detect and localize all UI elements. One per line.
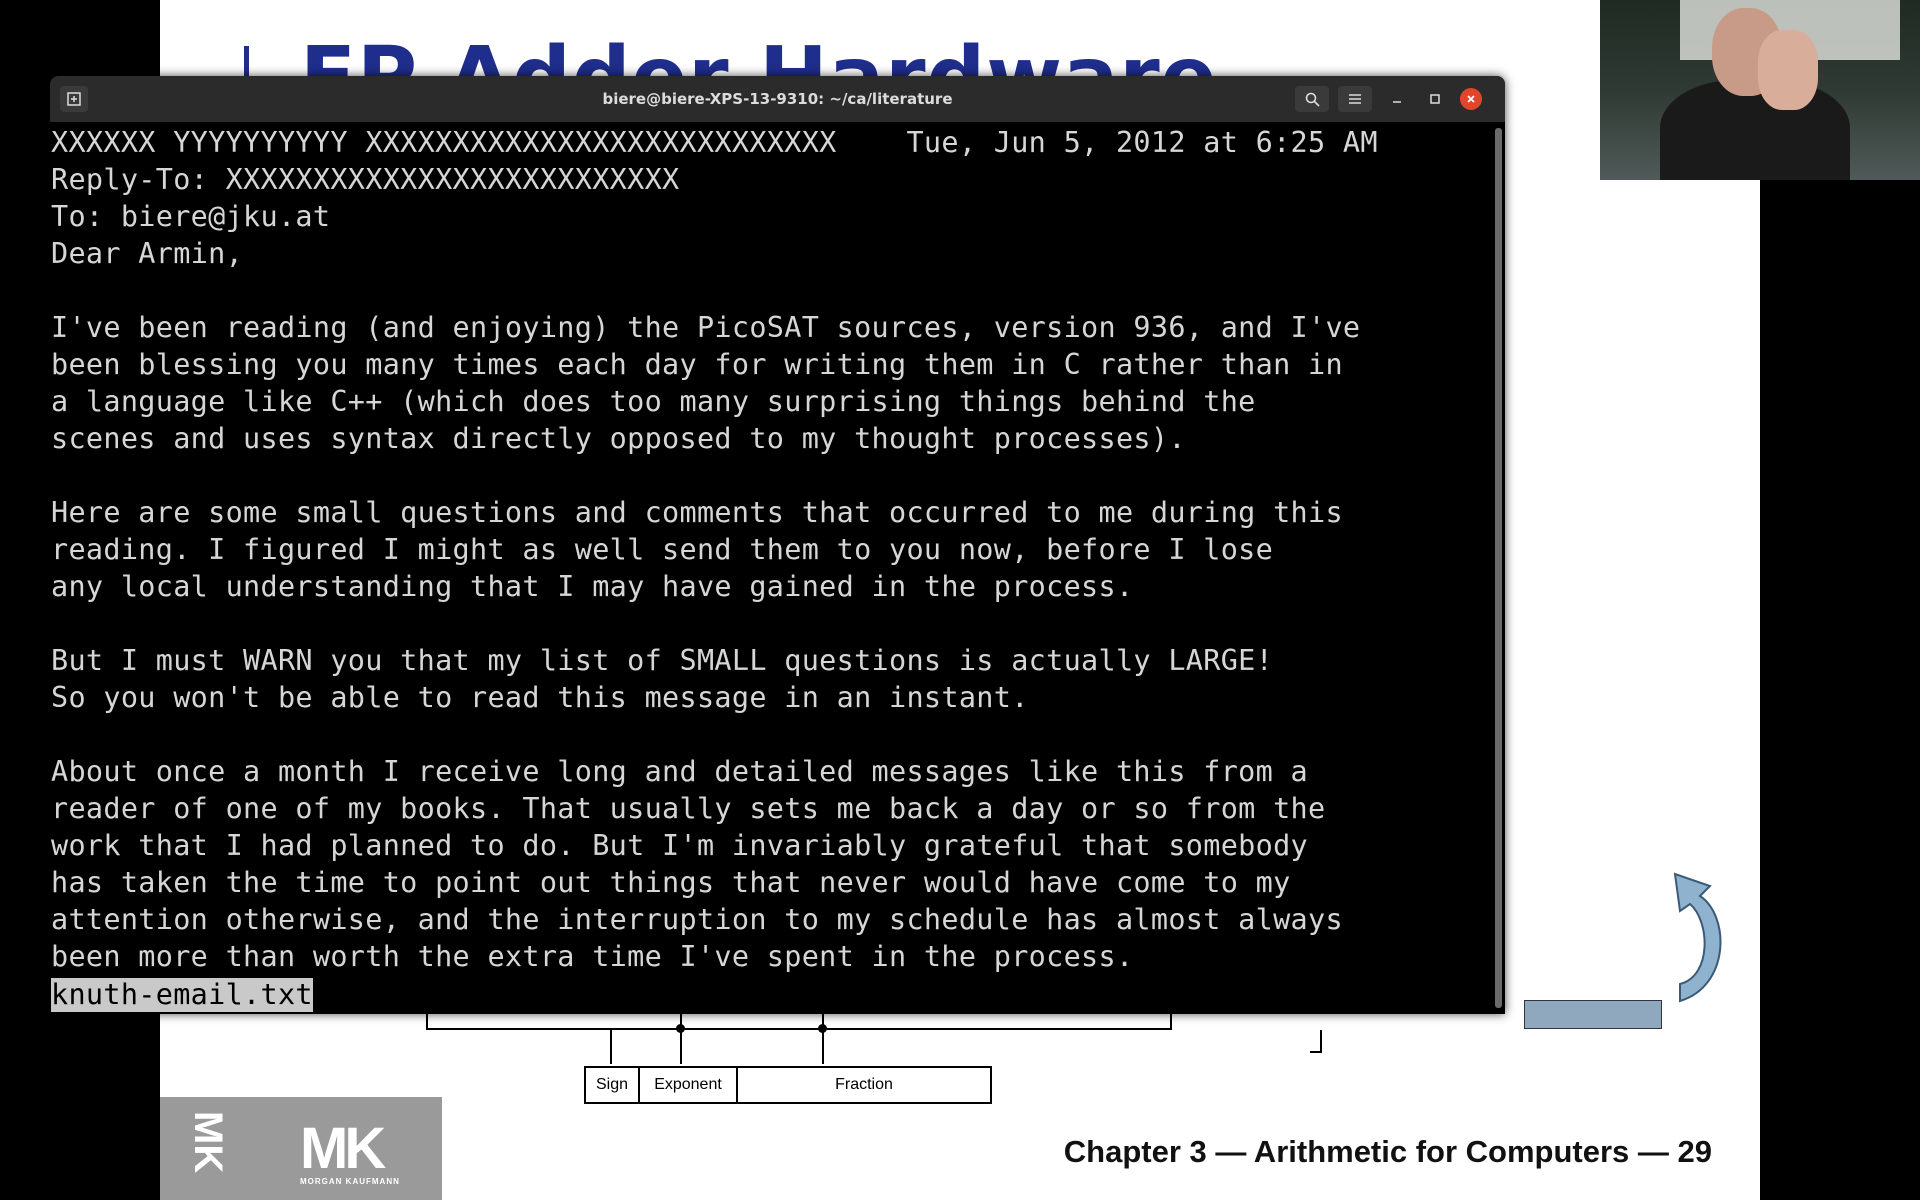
terminal-title: biere@biere-XPS-13-9310: ~/ca/literature: [602, 90, 953, 108]
minimize-icon: [1393, 101, 1401, 103]
search-icon: [1305, 92, 1320, 107]
curved-arrow-icon: [1673, 872, 1722, 1003]
webcam-person-hand: [1758, 30, 1818, 110]
terminal-line: reading. I figured I might as well send …: [51, 533, 1274, 566]
diagram-wire: [610, 1028, 612, 1064]
sign-field: Sign: [584, 1066, 640, 1104]
logo-vertical-text: MK: [186, 1111, 230, 1174]
terminal-line: attention otherwise, and the interruptio…: [51, 903, 1343, 936]
terminal-window[interactable]: biere@biere-XPS-13-9310: ~/ca/literature…: [50, 76, 1505, 1014]
publisher-logo: MK MK MORGAN KAUFMANN: [160, 1097, 442, 1200]
menu-button[interactable]: [1338, 86, 1372, 112]
terminal-line: But I must WARN you that my list of SMAL…: [51, 644, 1274, 677]
terminal-scrollbar[interactable]: [1495, 128, 1502, 1008]
terminal-line: work that I had planned to do. But I'm i…: [51, 829, 1309, 862]
logo-mark: MK: [300, 1116, 386, 1181]
terminal-line-header: XXXXXX YYYYYYYYYY XXXXXXXXXXXXXXXXXXXXXX…: [51, 126, 1378, 159]
diagram-wire: [822, 1012, 824, 1064]
webcam-video: [1600, 0, 1920, 180]
diagram-wire: [426, 1028, 1172, 1030]
search-button[interactable]: [1295, 86, 1329, 112]
terminal-line: any local understanding that I may have …: [51, 570, 1134, 603]
terminal-line: Here are some small questions and commen…: [51, 496, 1343, 529]
terminal-line: I've been reading (and enjoying) the Pic…: [51, 311, 1361, 344]
terminal-line: So you won't be able to read this messag…: [51, 681, 1029, 714]
hamburger-menu-icon: [1349, 94, 1361, 104]
close-icon: [1467, 95, 1475, 103]
diagram-junction-dot: [676, 1024, 685, 1033]
terminal-line: been blessing you many times each day fo…: [51, 348, 1343, 381]
terminal-line: been more than worth the extra time I've…: [51, 940, 1134, 973]
maximize-icon: [1430, 94, 1440, 104]
fraction-field: Fraction: [736, 1066, 992, 1104]
terminal-titlebar[interactable]: biere@biere-XPS-13-9310: ~/ca/literature: [50, 76, 1505, 122]
terminal-output[interactable]: XXXXXX YYYYYYYYYY XXXXXXXXXXXXXXXXXXXXXX…: [51, 124, 1491, 1014]
pager-status-filename: knuth-email.txt: [51, 978, 313, 1012]
diagram-wire: [680, 1012, 682, 1064]
terminal-line-to: To: biere@jku.at: [51, 200, 331, 233]
terminal-line: reader of one of my books. That usually …: [51, 792, 1326, 825]
diagram-wire: [1310, 1051, 1322, 1053]
exponent-field: Exponent: [638, 1066, 738, 1104]
diagram-junction-dot: [818, 1024, 827, 1033]
minimize-button[interactable]: [1384, 86, 1410, 112]
terminal-line-reply-to: Reply-To: XXXXXXXXXXXXXXXXXXXXXXXXXX: [51, 163, 680, 196]
diagram-wire: [1320, 1030, 1322, 1052]
terminal-line: scenes and uses syntax directly opposed …: [51, 422, 1186, 455]
logo-caption: MORGAN KAUFMANN: [300, 1177, 400, 1186]
terminal-line: a language like C++ (which does too many…: [51, 385, 1256, 418]
terminal-line-greeting: Dear Armin,: [51, 237, 244, 270]
close-button[interactable]: [1460, 88, 1482, 110]
diagram-block: [1524, 1000, 1662, 1029]
terminal-line: has taken the time to point out things t…: [51, 866, 1291, 899]
slide-footer: Chapter 3 — Arithmetic for Computers — 2…: [1063, 1134, 1712, 1169]
terminal-line: About once a month I receive long and de…: [51, 755, 1309, 788]
maximize-button[interactable]: [1422, 86, 1448, 112]
